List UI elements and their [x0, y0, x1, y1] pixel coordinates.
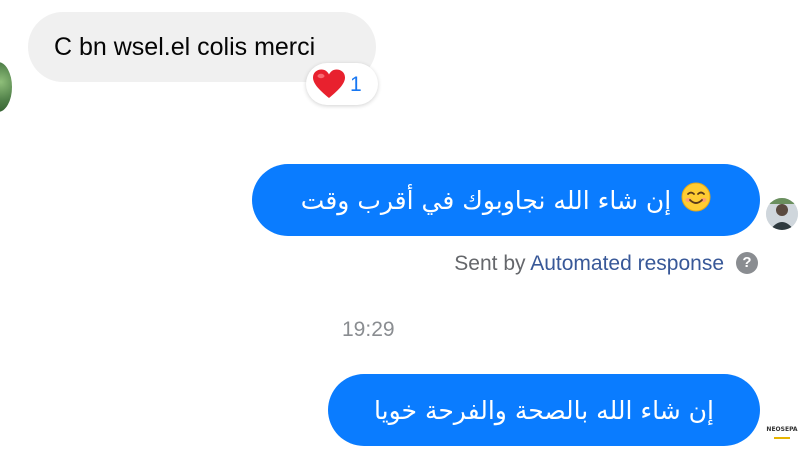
- page-avatar-logo: NEOSEPA: [766, 412, 798, 444]
- outgoing-message-text-2: إن شاء الله بالصحة والفرحة خويا: [374, 395, 714, 425]
- message-timestamp: 19:29: [342, 318, 395, 341]
- automated-response-link[interactable]: Automated response: [530, 252, 724, 275]
- outgoing-message-bubble[interactable]: إن شاء الله نجاوبوك في أقرب وقت: [252, 164, 760, 236]
- sent-by-note: Sent by Automated response: [454, 252, 724, 276]
- smile-emoji-icon: [681, 182, 711, 218]
- heart-emoji-icon: [312, 69, 346, 99]
- sent-by-prefix: Sent by: [454, 252, 526, 275]
- recipient-avatar: [766, 198, 798, 230]
- sender-avatar[interactable]: [0, 62, 12, 112]
- outgoing-message-bubble-2[interactable]: إن شاء الله بالصحة والفرحة خويا: [328, 374, 760, 446]
- outgoing-message-text: إن شاء الله نجاوبوك في أقرب وقت: [300, 185, 672, 215]
- reaction-badge[interactable]: 1: [306, 63, 378, 105]
- incoming-message-text: C bn wsel.el colis merci: [54, 32, 316, 61]
- logo-icon: NEOSEPA: [766, 418, 798, 439]
- question-icon[interactable]: ?: [736, 252, 758, 274]
- reaction-count: 1: [350, 72, 362, 96]
